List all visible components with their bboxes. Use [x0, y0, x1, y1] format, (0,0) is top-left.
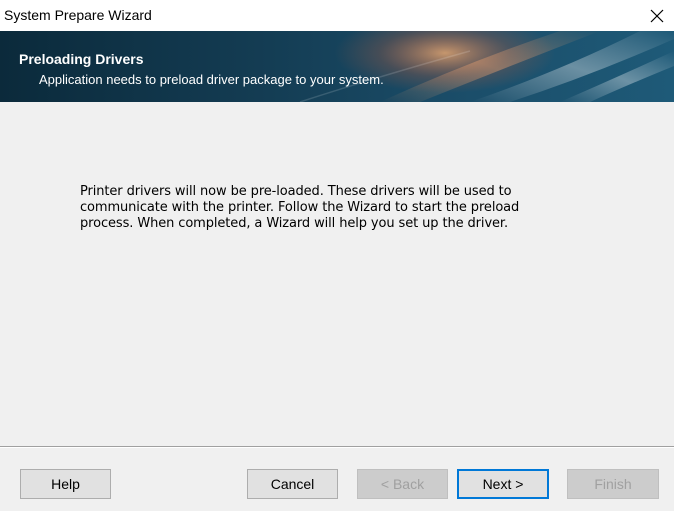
instruction-line: communicate with the printer. Follow the… [80, 200, 520, 215]
cancel-button[interactable]: Cancel [247, 469, 338, 499]
instruction-text: Printer drivers will now be pre-loaded. … [80, 184, 550, 232]
close-icon [650, 9, 664, 23]
content-area: Printer drivers will now be pre-loaded. … [0, 102, 674, 446]
footer-separator [0, 446, 674, 448]
help-button[interactable]: Help [20, 469, 111, 499]
instruction-line: Printer drivers will now be pre-loaded. … [80, 184, 512, 199]
finish-button[interactable]: Finish [567, 469, 659, 499]
wizard-window: System Prepare Wizard Preloading Drivers… [0, 0, 674, 511]
header-banner: Preloading Drivers Application needs to … [0, 31, 674, 102]
next-button[interactable]: Next > [457, 469, 549, 499]
back-button[interactable]: < Back [357, 469, 448, 499]
close-button[interactable] [640, 0, 674, 31]
instruction-line: process. When completed, a Wizard will h… [80, 216, 509, 231]
banner-title: Preloading Drivers [19, 51, 144, 67]
banner-subtitle: Application needs to preload driver pack… [39, 72, 384, 87]
title-bar: System Prepare Wizard [0, 0, 674, 31]
window-title: System Prepare Wizard [4, 7, 152, 23]
